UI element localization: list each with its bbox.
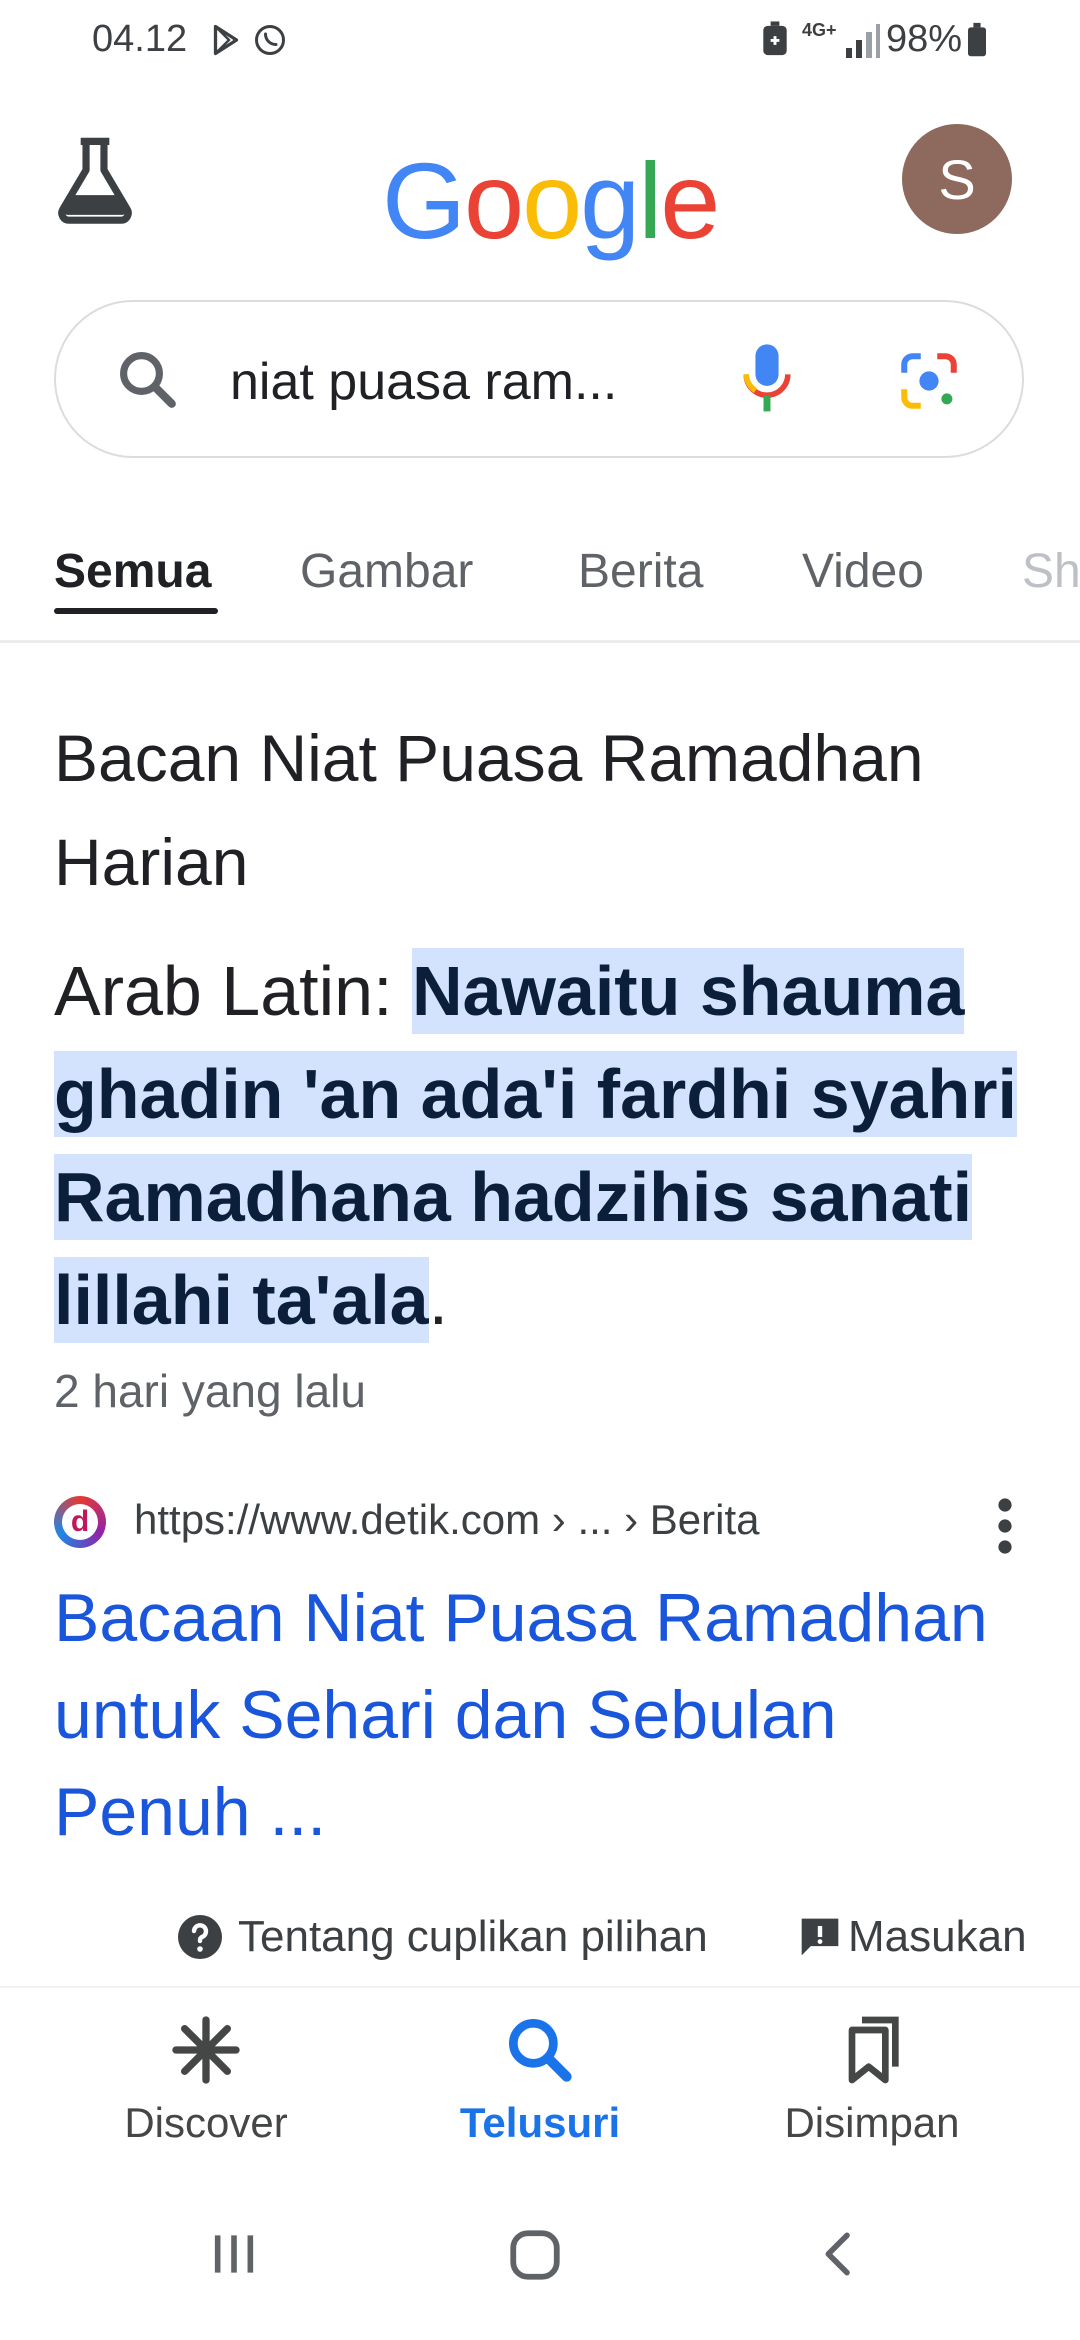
tab-shopping[interactable]: Sh xyxy=(1022,544,1080,599)
result-title-link[interactable]: Bacaan Niat Puasa Ramadhan untuk Sehari … xyxy=(54,1570,1044,1861)
avatar[interactable]: S xyxy=(902,124,1012,234)
help-icon xyxy=(178,1915,222,1959)
nav-discover[interactable]: Discover xyxy=(56,2010,356,2147)
flask-icon[interactable] xyxy=(52,134,138,224)
search-icon xyxy=(120,352,176,408)
lens-icon[interactable] xyxy=(896,348,962,414)
tabs-divider xyxy=(0,640,1080,643)
nav-search[interactable]: Telusuri xyxy=(390,2010,690,2147)
feedback-label: Masukan xyxy=(848,1912,1027,1961)
bookmarks-icon xyxy=(848,2016,899,2084)
nav-saved[interactable]: Disimpan xyxy=(722,2010,1022,2147)
tab-video[interactable]: Video xyxy=(802,544,924,599)
snippet-title: Bacan Niat Puasa Ramadhan Harian xyxy=(54,721,924,899)
mic-icon[interactable] xyxy=(738,342,796,416)
tab-berita[interactable]: Berita xyxy=(578,544,703,599)
snippet-body: Arab Latin: Nawaitu shauma ghadin 'an ad… xyxy=(54,940,1044,1352)
whatsapp-icon xyxy=(255,25,285,55)
tab-active-indicator xyxy=(54,608,218,614)
snippet-prefix: Arab Latin: xyxy=(54,952,412,1030)
nav-search-label: Telusuri xyxy=(459,2099,621,2146)
battery-icon xyxy=(968,22,986,57)
play-store-icon xyxy=(213,24,239,56)
favicon-letter: d xyxy=(62,1504,98,1540)
about-label: Tentang cuplikan pilihan xyxy=(238,1912,708,1961)
feedback-link[interactable]: Masukan xyxy=(798,1912,1027,1962)
home-icon[interactable] xyxy=(506,2226,564,2284)
tab-gambar[interactable]: Gambar xyxy=(300,544,473,599)
source-url[interactable]: https://www.detik.com › ... › Berita xyxy=(134,1496,760,1544)
search-icon xyxy=(509,2019,572,2082)
site-favicon[interactable]: d xyxy=(54,1496,106,1548)
tab-semua[interactable]: Semua xyxy=(54,544,211,599)
nav-discover-label: Discover xyxy=(124,2099,288,2146)
snippet-suffix: . xyxy=(428,1261,449,1339)
network-type: 4G+ xyxy=(802,20,837,40)
about-featured-snippets[interactable]: Tentang cuplikan pilihan xyxy=(176,1912,708,1962)
recent-apps-icon[interactable] xyxy=(206,2226,262,2282)
back-icon[interactable] xyxy=(812,2226,868,2282)
snippet-date: 2 hari yang lalu xyxy=(54,1365,366,1417)
more-options-icon[interactable] xyxy=(990,1496,1020,1556)
google-logo: Google xyxy=(382,140,720,261)
asterisk-icon xyxy=(172,2016,240,2084)
status-time: 04.12 xyxy=(92,18,188,60)
battery-saver-icon xyxy=(763,21,787,56)
search-query[interactable]: niat puasa ram... xyxy=(230,352,617,412)
feedback-icon xyxy=(801,1918,839,1956)
signal-icon xyxy=(846,24,880,58)
nav-saved-label: Disimpan xyxy=(784,2099,960,2146)
battery-percent: 98% xyxy=(886,18,963,60)
